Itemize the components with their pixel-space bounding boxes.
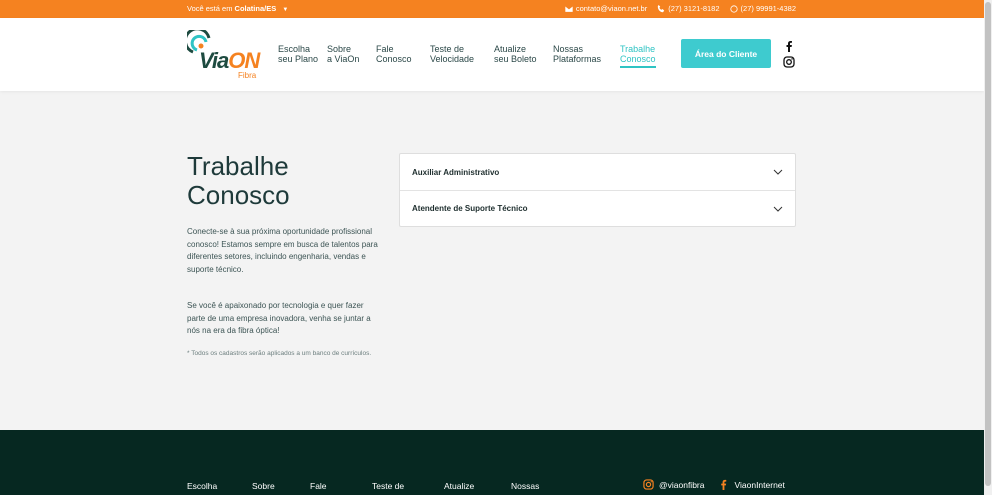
- chevron-down-icon: [773, 206, 783, 212]
- scrollbar-thumb[interactable]: [985, 2, 991, 486]
- active-underline: [620, 66, 656, 68]
- title-line2: Conosco: [187, 180, 290, 210]
- whatsapp-text: (27) 99991-4382: [740, 4, 796, 13]
- job-accordion: Auxiliar Administrativo Atendente de Sup…: [399, 153, 796, 227]
- footnote: * Todos os cadastros serão aplicados a u…: [187, 350, 372, 357]
- footer-link-nossas[interactable]: Nossas: [511, 481, 561, 491]
- footer-link-atualize[interactable]: Atualize: [444, 481, 511, 491]
- invite-paragraph: Se você é apaixonado por tecnologia e qu…: [187, 301, 371, 335]
- facebook-icon[interactable]: [783, 40, 795, 52]
- area-do-cliente-button[interactable]: Área do Cliente: [681, 39, 771, 68]
- phone-icon: [658, 4, 665, 12]
- nav-label-line2: seu Plano: [278, 53, 319, 64]
- email-link[interactable]: contato@viaon.net.br: [564, 4, 648, 13]
- footer-link-sobre[interactable]: Sobre: [252, 481, 310, 491]
- instagram-icon: [643, 479, 654, 490]
- footer-facebook-link[interactable]: ViaonInternet: [718, 479, 785, 490]
- nav-atualize-seu-boleto[interactable]: Atualize seu Boleto: [494, 44, 553, 68]
- site-footer: Escolha Sobre Fale Teste de Atualize Nos…: [0, 430, 984, 495]
- nav-label-line1: Sobre: [327, 44, 352, 54]
- nav-label-line2: a ViaOn: [327, 53, 360, 64]
- footer-nav: Escolha Sobre Fale Teste de Atualize Nos…: [187, 481, 561, 491]
- page-scrollbar[interactable]: [984, 0, 992, 495]
- caret-down-icon: ▼: [282, 7, 289, 13]
- page-title: Trabalhe Conosco: [187, 152, 290, 210]
- phone-text: (27) 3121-8182: [668, 4, 720, 13]
- footer-link-teste[interactable]: Teste de: [372, 481, 444, 491]
- nav-label-line1: Nossas: [553, 44, 584, 54]
- nav-trabalhe-conosco[interactable]: Trabalhe Conosco: [620, 44, 669, 68]
- instagram-icon[interactable]: [783, 56, 795, 68]
- job-item-atendente-suporte-tecnico[interactable]: Atendente de Suporte Técnico: [400, 190, 795, 226]
- nav-label-line1: Teste de: [430, 44, 465, 54]
- nav-nossas-plataformas[interactable]: Nossas Plataformas: [553, 44, 620, 68]
- nav-sobre-a-viaon[interactable]: Sobre a ViaOn: [327, 44, 376, 68]
- location-prefix: Você está em: [187, 4, 233, 13]
- footer-link-fale[interactable]: Fale: [310, 481, 372, 491]
- title-line1: Trabalhe: [187, 151, 289, 181]
- job-item-auxiliar-administrativo[interactable]: Auxiliar Administrativo: [400, 154, 795, 190]
- job-title: Atendente de Suporte Técnico: [412, 204, 528, 213]
- whatsapp-icon: [729, 4, 738, 13]
- footer-link-escolha[interactable]: Escolha: [187, 481, 252, 491]
- facebook-handle: ViaonInternet: [734, 479, 785, 490]
- intro-paragraph: Conecte-se à sua próxima oportunidade pr…: [187, 227, 378, 274]
- nav-label-line1: Escolha: [278, 44, 311, 54]
- nav-teste-de-velocidade[interactable]: Teste de Velocidade: [430, 44, 494, 68]
- envelope-icon: [564, 4, 573, 13]
- phone-link[interactable]: (27) 3121-8182: [657, 4, 720, 13]
- logo-via: Via: [199, 48, 229, 73]
- main-nav: Escolha seu Plano Sobre a ViaOn Fale Conosc…: [278, 44, 669, 68]
- whatsapp-link[interactable]: (27) 99991-4382: [729, 4, 796, 13]
- site-header: ViaON Fibra Escolha seu Plano Sobre a ViaO…: [0, 18, 984, 91]
- footer-social: @viaonfibra ViaonInternet: [643, 479, 785, 490]
- contact-info: contato@viaon.net.br (27) 3121-8182 (27)…: [564, 4, 796, 13]
- nav-label-line2: Plataformas: [553, 53, 602, 64]
- instagram-handle: @viaonfibra: [659, 479, 705, 490]
- nav-fale-conosco[interactable]: Fale Conosco: [376, 44, 430, 68]
- nav-label-line2: Velocidade: [430, 53, 475, 64]
- header-social: [783, 40, 795, 68]
- logo-on: ON: [228, 48, 260, 73]
- nav-label-line2: seu Boleto: [494, 53, 537, 64]
- nav-label-line2: Conosco: [620, 53, 656, 64]
- email-text: contato@viaon.net.br: [575, 4, 648, 13]
- chevron-down-icon: [773, 169, 783, 175]
- nav-label-line1: Fale: [376, 44, 394, 54]
- nav-escolha-seu-plano[interactable]: Escolha seu Plano: [278, 44, 327, 68]
- location-city: Colatina/ES: [234, 4, 277, 13]
- logo-fibra: Fibra: [238, 71, 257, 80]
- facebook-icon: [721, 479, 727, 490]
- footer-instagram-link[interactable]: @viaonfibra: [643, 479, 704, 490]
- job-title: Auxiliar Administrativo: [412, 167, 500, 177]
- nav-label-line2: Conosco: [376, 53, 412, 64]
- nav-label-line1: Atualize: [494, 44, 527, 54]
- location-selector[interactable]: Você está em Colatina/ES ▼: [187, 4, 288, 13]
- nav-label-line1: Trabalhe: [620, 44, 656, 54]
- top-bar: Você está em Colatina/ES ▼ contato@viaon…: [0, 0, 992, 18]
- viaon-logo[interactable]: ViaON Fibra: [187, 30, 260, 80]
